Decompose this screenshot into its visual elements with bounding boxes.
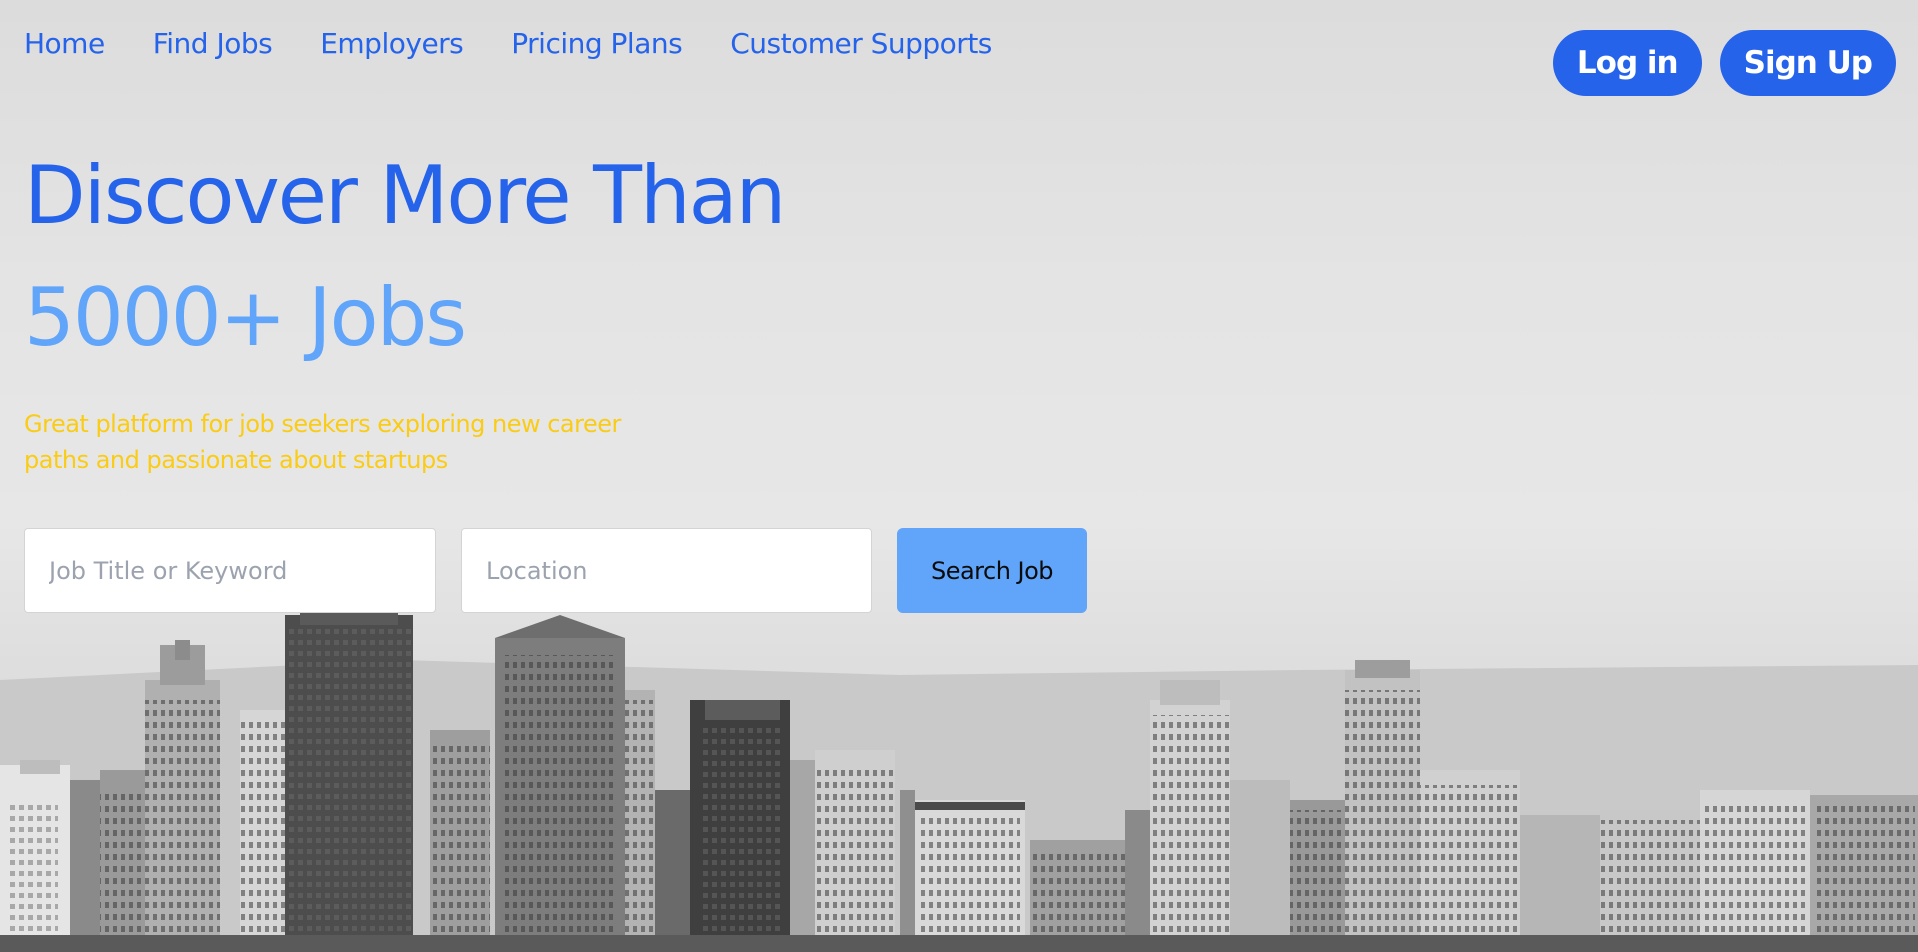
nav-find-jobs[interactable]: Find Jobs <box>153 30 273 58</box>
nav-employers[interactable]: Employers <box>320 30 464 58</box>
job-search-bar: Search Job <box>24 528 1087 613</box>
signup-button[interactable]: Sign Up <box>1719 30 1896 96</box>
hero-title-highlight: 5000+ Jobs <box>24 271 467 364</box>
keyword-input[interactable] <box>24 528 436 613</box>
hero-title: Discover More Than <box>24 149 786 242</box>
main-nav: Home Find Jobs Employers Pricing Plans C… <box>24 30 992 58</box>
nav-pricing-plans[interactable]: Pricing Plans <box>511 30 682 58</box>
login-button[interactable]: Log in <box>1552 30 1702 96</box>
location-input[interactable] <box>461 528 872 613</box>
nav-customer-supports[interactable]: Customer Supports <box>730 30 992 58</box>
nav-home[interactable]: Home <box>24 30 105 58</box>
search-job-button[interactable]: Search Job <box>897 528 1087 613</box>
hero-section: Discover More Than 5000+ Jobs Great plat… <box>24 149 786 502</box>
auth-buttons: Log in Sign Up <box>1552 30 1896 96</box>
hero-subtitle: Great platform for job seekers exploring… <box>24 410 621 474</box>
